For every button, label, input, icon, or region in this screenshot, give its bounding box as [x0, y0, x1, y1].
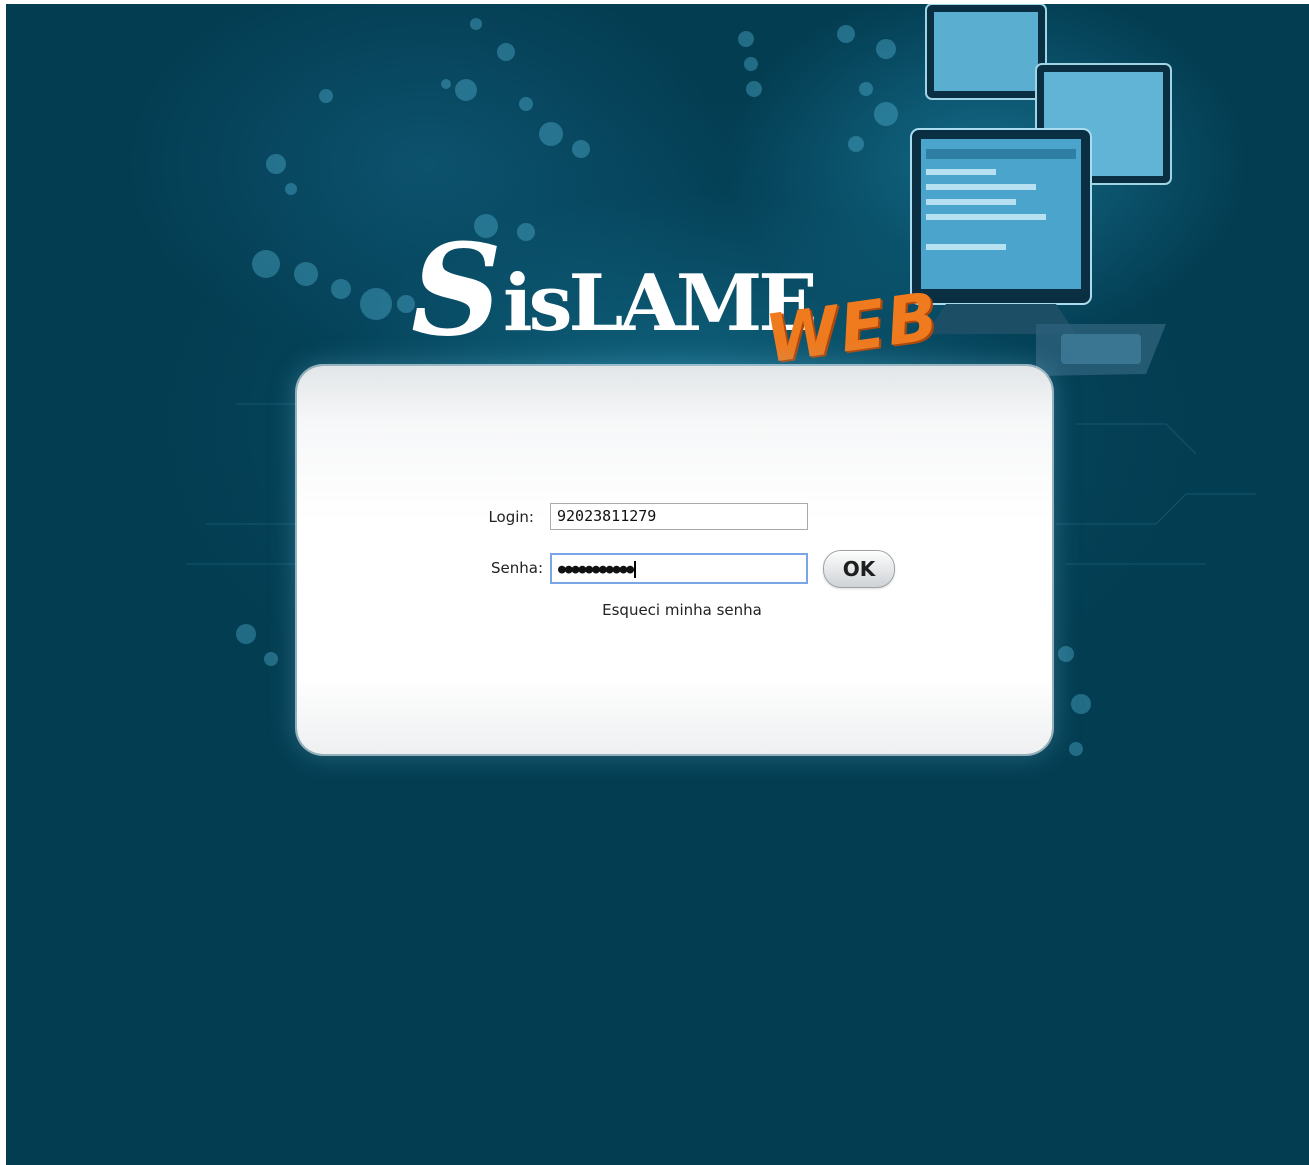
logo-web-text: WEB [760, 277, 945, 378]
text-caret [634, 561, 637, 578]
senha-password-input[interactable]: ●●●●●●●●●●● [550, 553, 808, 584]
login-input-value: 92023811279 [557, 507, 657, 525]
login-label: Login: [488, 508, 534, 526]
login-panel: Login: 92023811279 Senha: ●●●●●●●●●●● OK… [297, 366, 1052, 754]
senha-label: Senha: [490, 559, 543, 577]
login-input[interactable]: 92023811279 [550, 503, 808, 530]
logo-initial: S [411, 216, 502, 364]
senha-masked-value: ●●●●●●●●●●● [558, 562, 634, 577]
forgot-password-link[interactable]: Esqueci minha senha [550, 601, 814, 619]
login-page: S isLAME WEB Login: 92023811279 Senha: ●… [6, 4, 1309, 1165]
ok-button[interactable]: OK [823, 550, 895, 588]
